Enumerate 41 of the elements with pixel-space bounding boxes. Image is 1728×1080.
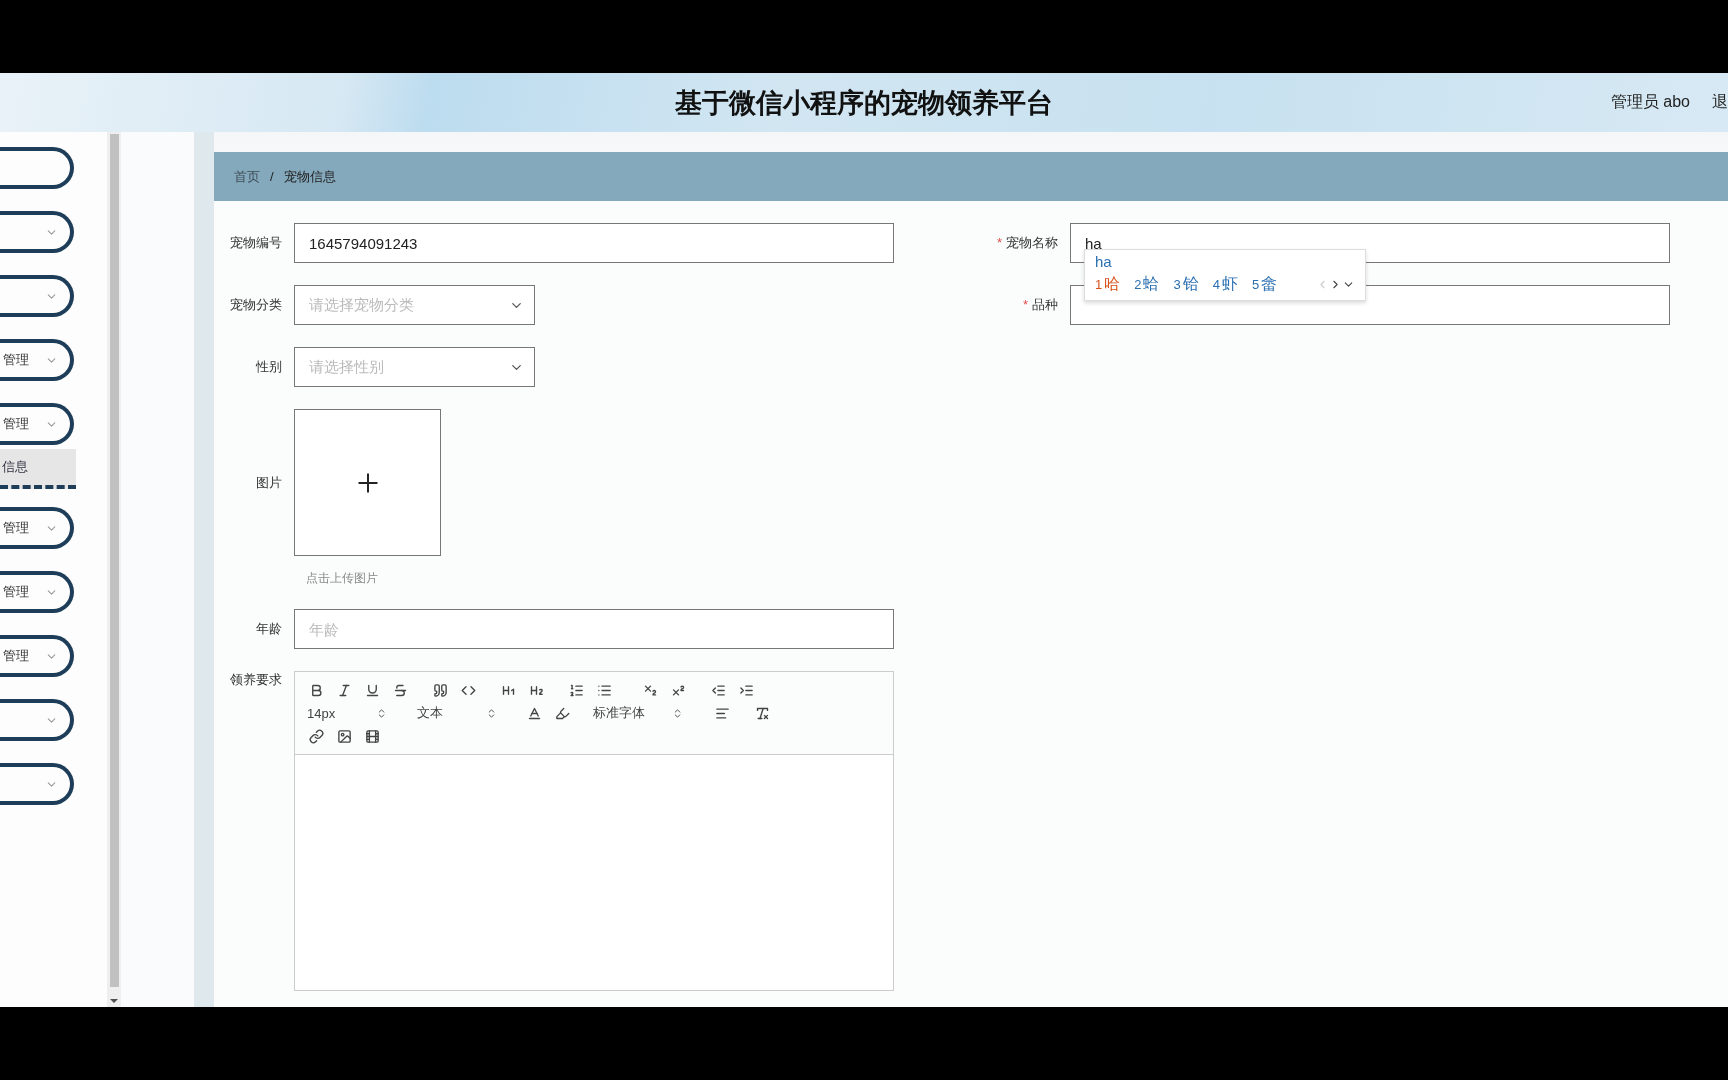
app-title: 基于微信小程序的宠物领养平台: [675, 86, 1053, 120]
input-field[interactable]: 年龄: [294, 609, 894, 649]
menu-item[interactable]: [0, 147, 74, 189]
field-label: 年龄: [255, 620, 283, 638]
field-label: 性别: [255, 358, 283, 376]
menu-item[interactable]: [0, 211, 74, 253]
input-field[interactable]: 1645794091243: [294, 223, 894, 263]
breadcrumb-link[interactable]: 首页: [234, 167, 260, 186]
size-select[interactable]: 14px: [307, 705, 387, 721]
upload-box[interactable]: [294, 409, 441, 556]
updown-icon: [672, 707, 683, 719]
user-label: 管理员 abo: [1610, 92, 1690, 112]
field-label: 宠物分类: [229, 296, 283, 314]
updown-icon: [486, 707, 497, 719]
menu-item[interactable]: 管理: [0, 339, 74, 381]
logout-link[interactable]: 退: [1712, 92, 1728, 113]
field-label: 图片: [255, 473, 283, 492]
breadcrumb-link[interactable]: 宠物信息: [283, 167, 336, 186]
menu-item[interactable]: 管理: [0, 403, 74, 445]
quote-icon[interactable]: [431, 681, 449, 699]
font-select[interactable]: 标准字体: [593, 704, 683, 722]
format-select[interactable]: 文本: [417, 704, 497, 722]
field-label: 领养要求: [229, 671, 283, 689]
field-label: 宠物编号: [229, 234, 283, 252]
menu-item[interactable]: [0, 275, 74, 317]
image-icon[interactable]: [335, 727, 353, 745]
updown-icon: [376, 707, 387, 719]
menu-item[interactable]: 管理: [0, 571, 74, 613]
upload-hint: 点击上传图片: [306, 570, 379, 587]
video-icon[interactable]: [363, 727, 381, 745]
rich-text-editor[interactable]: 14px 文本 标准字体: [294, 671, 894, 991]
menu-item[interactable]: 管理: [0, 635, 74, 677]
menu-item[interactable]: [0, 699, 74, 741]
link-icon[interactable]: [307, 727, 325, 745]
menu-item[interactable]: 管理: [0, 507, 74, 549]
breadcrumb-separator: /: [270, 169, 274, 184]
scrollbar[interactable]: [107, 132, 121, 1007]
field-label: * 宠物名称: [995, 234, 1059, 252]
menu-item[interactable]: [0, 763, 74, 805]
submenu-item[interactable]: 信息: [0, 449, 76, 489]
field-label: * 品种: [1021, 296, 1059, 314]
